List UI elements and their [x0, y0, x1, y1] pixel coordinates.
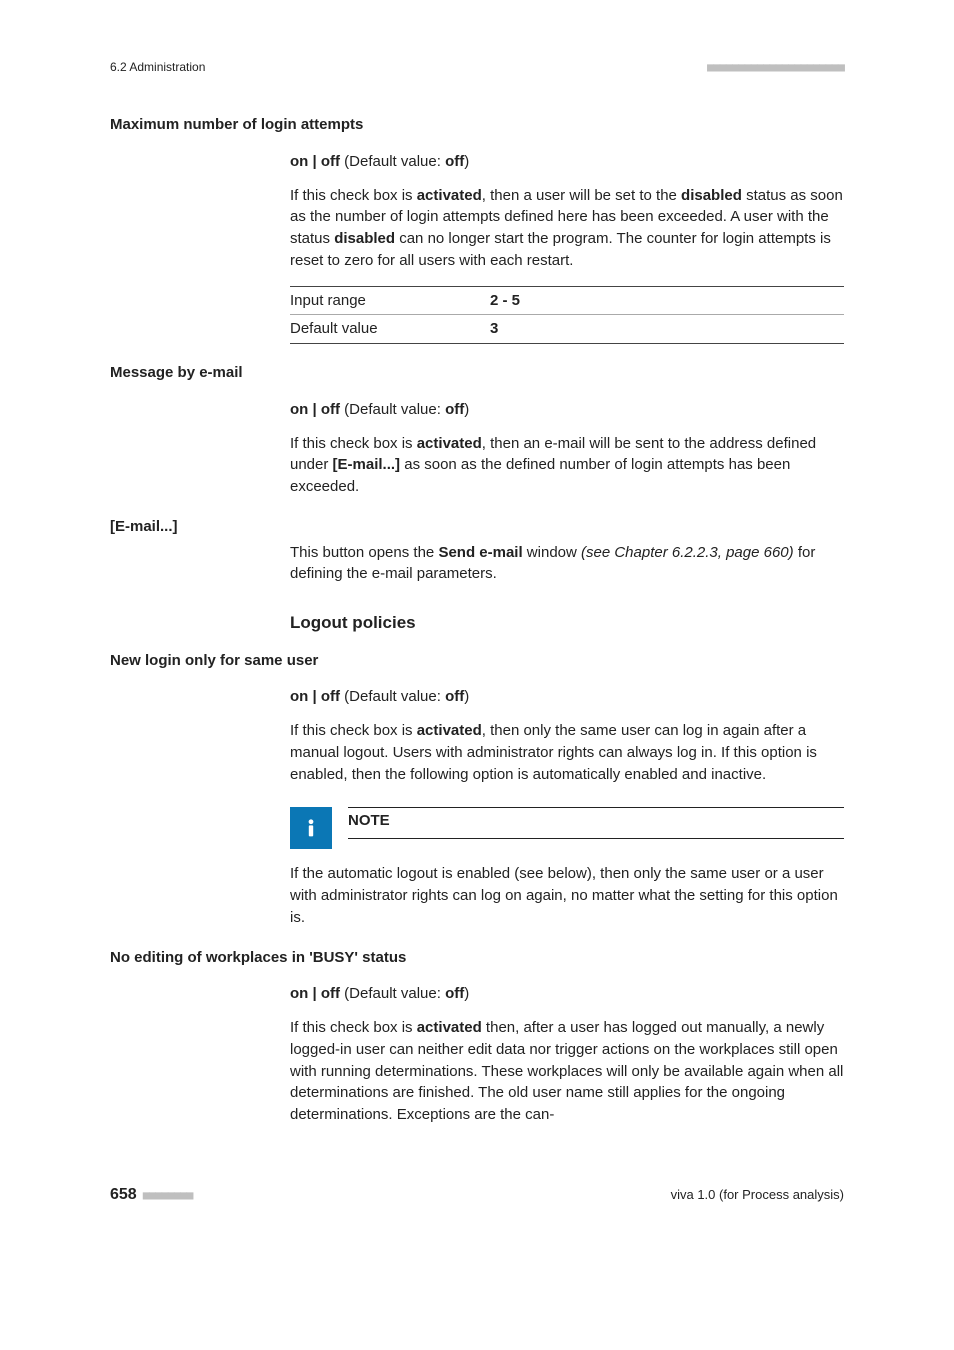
onoff-value: on | off — [290, 688, 340, 705]
info-icon — [290, 807, 332, 849]
para-email-button: This button opens the Send e-mail window… — [290, 542, 844, 586]
onoff-value: on | off — [290, 401, 340, 418]
onoff-close: ) — [464, 153, 469, 170]
cell-value: 3 — [490, 318, 498, 340]
running-head-dots: ■■■■■■■■■■■■■■■■■■■■■■ — [707, 60, 844, 74]
term-no-editing-busy: No editing of workplaces in 'BUSY' statu… — [110, 947, 844, 969]
onoff-no-edit: on | off (Default value: off) — [290, 983, 844, 1005]
onoff-default: off — [445, 985, 464, 1002]
onoff-new-login: on | off (Default value: off) — [290, 686, 844, 708]
t-italic: (see Chapter 6.2.2.3, page 660) — [581, 544, 794, 561]
entry-new-login-same-user: New login only for same user on | off (D… — [110, 650, 844, 929]
section-logout-policies-wrap: Logout policies — [290, 611, 844, 636]
running-head-section: 6.2 Administration — [110, 60, 205, 74]
note-title-wrap: NOTE — [348, 807, 844, 849]
onoff-value: on | off — [290, 153, 340, 170]
table-row: Input range 2 - 5 — [290, 287, 844, 315]
footer-dots: ■■■■■■■■ — [143, 1188, 193, 1202]
t: window — [523, 544, 581, 561]
term-new-login-same-user: New login only for same user — [110, 650, 844, 672]
t: This button opens the — [290, 544, 438, 561]
t-bold: disabled — [334, 230, 395, 247]
t: If this check box is — [290, 187, 417, 204]
onoff-open: (Default value: — [340, 985, 445, 1002]
t: If this check box is — [290, 435, 417, 452]
onoff-default: off — [445, 401, 464, 418]
t: , then a user will be set to the — [482, 187, 681, 204]
cell-label: Input range — [290, 290, 490, 312]
t-bold: Send e-mail — [438, 544, 522, 561]
term-message-by-email: Message by e-mail — [110, 362, 844, 384]
entry-max-login-attempts: Maximum number of login attempts on | of… — [110, 114, 844, 344]
onoff-open: (Default value: — [340, 153, 445, 170]
onoff-default: off — [445, 153, 464, 170]
body-email-button: This button opens the Send e-mail window… — [290, 542, 844, 586]
onoff-close: ) — [464, 688, 469, 705]
para-no-edit: If this check box is activated then, aft… — [290, 1017, 844, 1126]
para-new-login: If this check box is activated, then onl… — [290, 720, 844, 785]
body-no-editing-busy: on | off (Default value: off) If this ch… — [290, 983, 844, 1126]
onoff-open: (Default value: — [340, 401, 445, 418]
onoff-value: on | off — [290, 985, 340, 1002]
footer-left: 658 ■■■■■■■■ — [110, 1186, 193, 1204]
content: Maximum number of login attempts on | of… — [110, 114, 844, 1126]
onoff-close: ) — [464, 401, 469, 418]
entry-email-button: [E-mail...] This button opens the Send e… — [110, 516, 844, 585]
onoff-msg-email: on | off (Default value: off) — [290, 399, 844, 421]
body-message-by-email: on | off (Default value: off) If this ch… — [290, 399, 844, 498]
onoff-close: ) — [464, 985, 469, 1002]
note-head: NOTE — [290, 807, 844, 849]
footer-product: viva 1.0 (for Process analysis) — [671, 1187, 844, 1202]
para-max-login: If this check box is activated, then a u… — [290, 185, 844, 272]
table-row: Default value 3 — [290, 314, 844, 343]
body-max-login-attempts: on | off (Default value: off) If this ch… — [290, 151, 844, 344]
cell-label: Default value — [290, 318, 490, 340]
t-bold: activated — [417, 722, 482, 739]
term-email-button: [E-mail...] — [110, 516, 844, 538]
onoff-default: off — [445, 688, 464, 705]
para-msg-email: If this check box is activated, then an … — [290, 433, 844, 498]
note-title: NOTE — [348, 807, 844, 839]
onoff-max-login: on | off (Default value: off) — [290, 151, 844, 173]
section-logout-policies: Logout policies — [290, 611, 844, 636]
onoff-open: (Default value: — [340, 688, 445, 705]
t-bold: [E-mail...] — [333, 456, 401, 473]
page-number: 658 — [110, 1186, 137, 1204]
t-bold: activated — [417, 187, 482, 204]
table-max-login: Input range 2 - 5 Default value 3 — [290, 286, 844, 345]
note-box: NOTE If the automatic logout is enabled … — [290, 807, 844, 928]
running-head: 6.2 Administration ■■■■■■■■■■■■■■■■■■■■■… — [110, 60, 844, 74]
note-body: If the automatic logout is enabled (see … — [290, 863, 844, 928]
entry-message-by-email: Message by e-mail on | off (Default valu… — [110, 362, 844, 498]
t-bold: activated — [417, 1019, 482, 1036]
t-bold: disabled — [681, 187, 742, 204]
cell-value: 2 - 5 — [490, 290, 520, 312]
t: If this check box is — [290, 722, 417, 739]
entry-no-editing-busy: No editing of workplaces in 'BUSY' statu… — [110, 947, 844, 1126]
t: If this check box is — [290, 1019, 417, 1036]
body-new-login-same-user: on | off (Default value: off) If this ch… — [290, 686, 844, 928]
page: 6.2 Administration ■■■■■■■■■■■■■■■■■■■■■… — [0, 0, 954, 1244]
footer: 658 ■■■■■■■■ viva 1.0 (for Process analy… — [110, 1186, 844, 1204]
t-bold: activated — [417, 435, 482, 452]
term-max-login-attempts: Maximum number of login attempts — [110, 114, 844, 136]
